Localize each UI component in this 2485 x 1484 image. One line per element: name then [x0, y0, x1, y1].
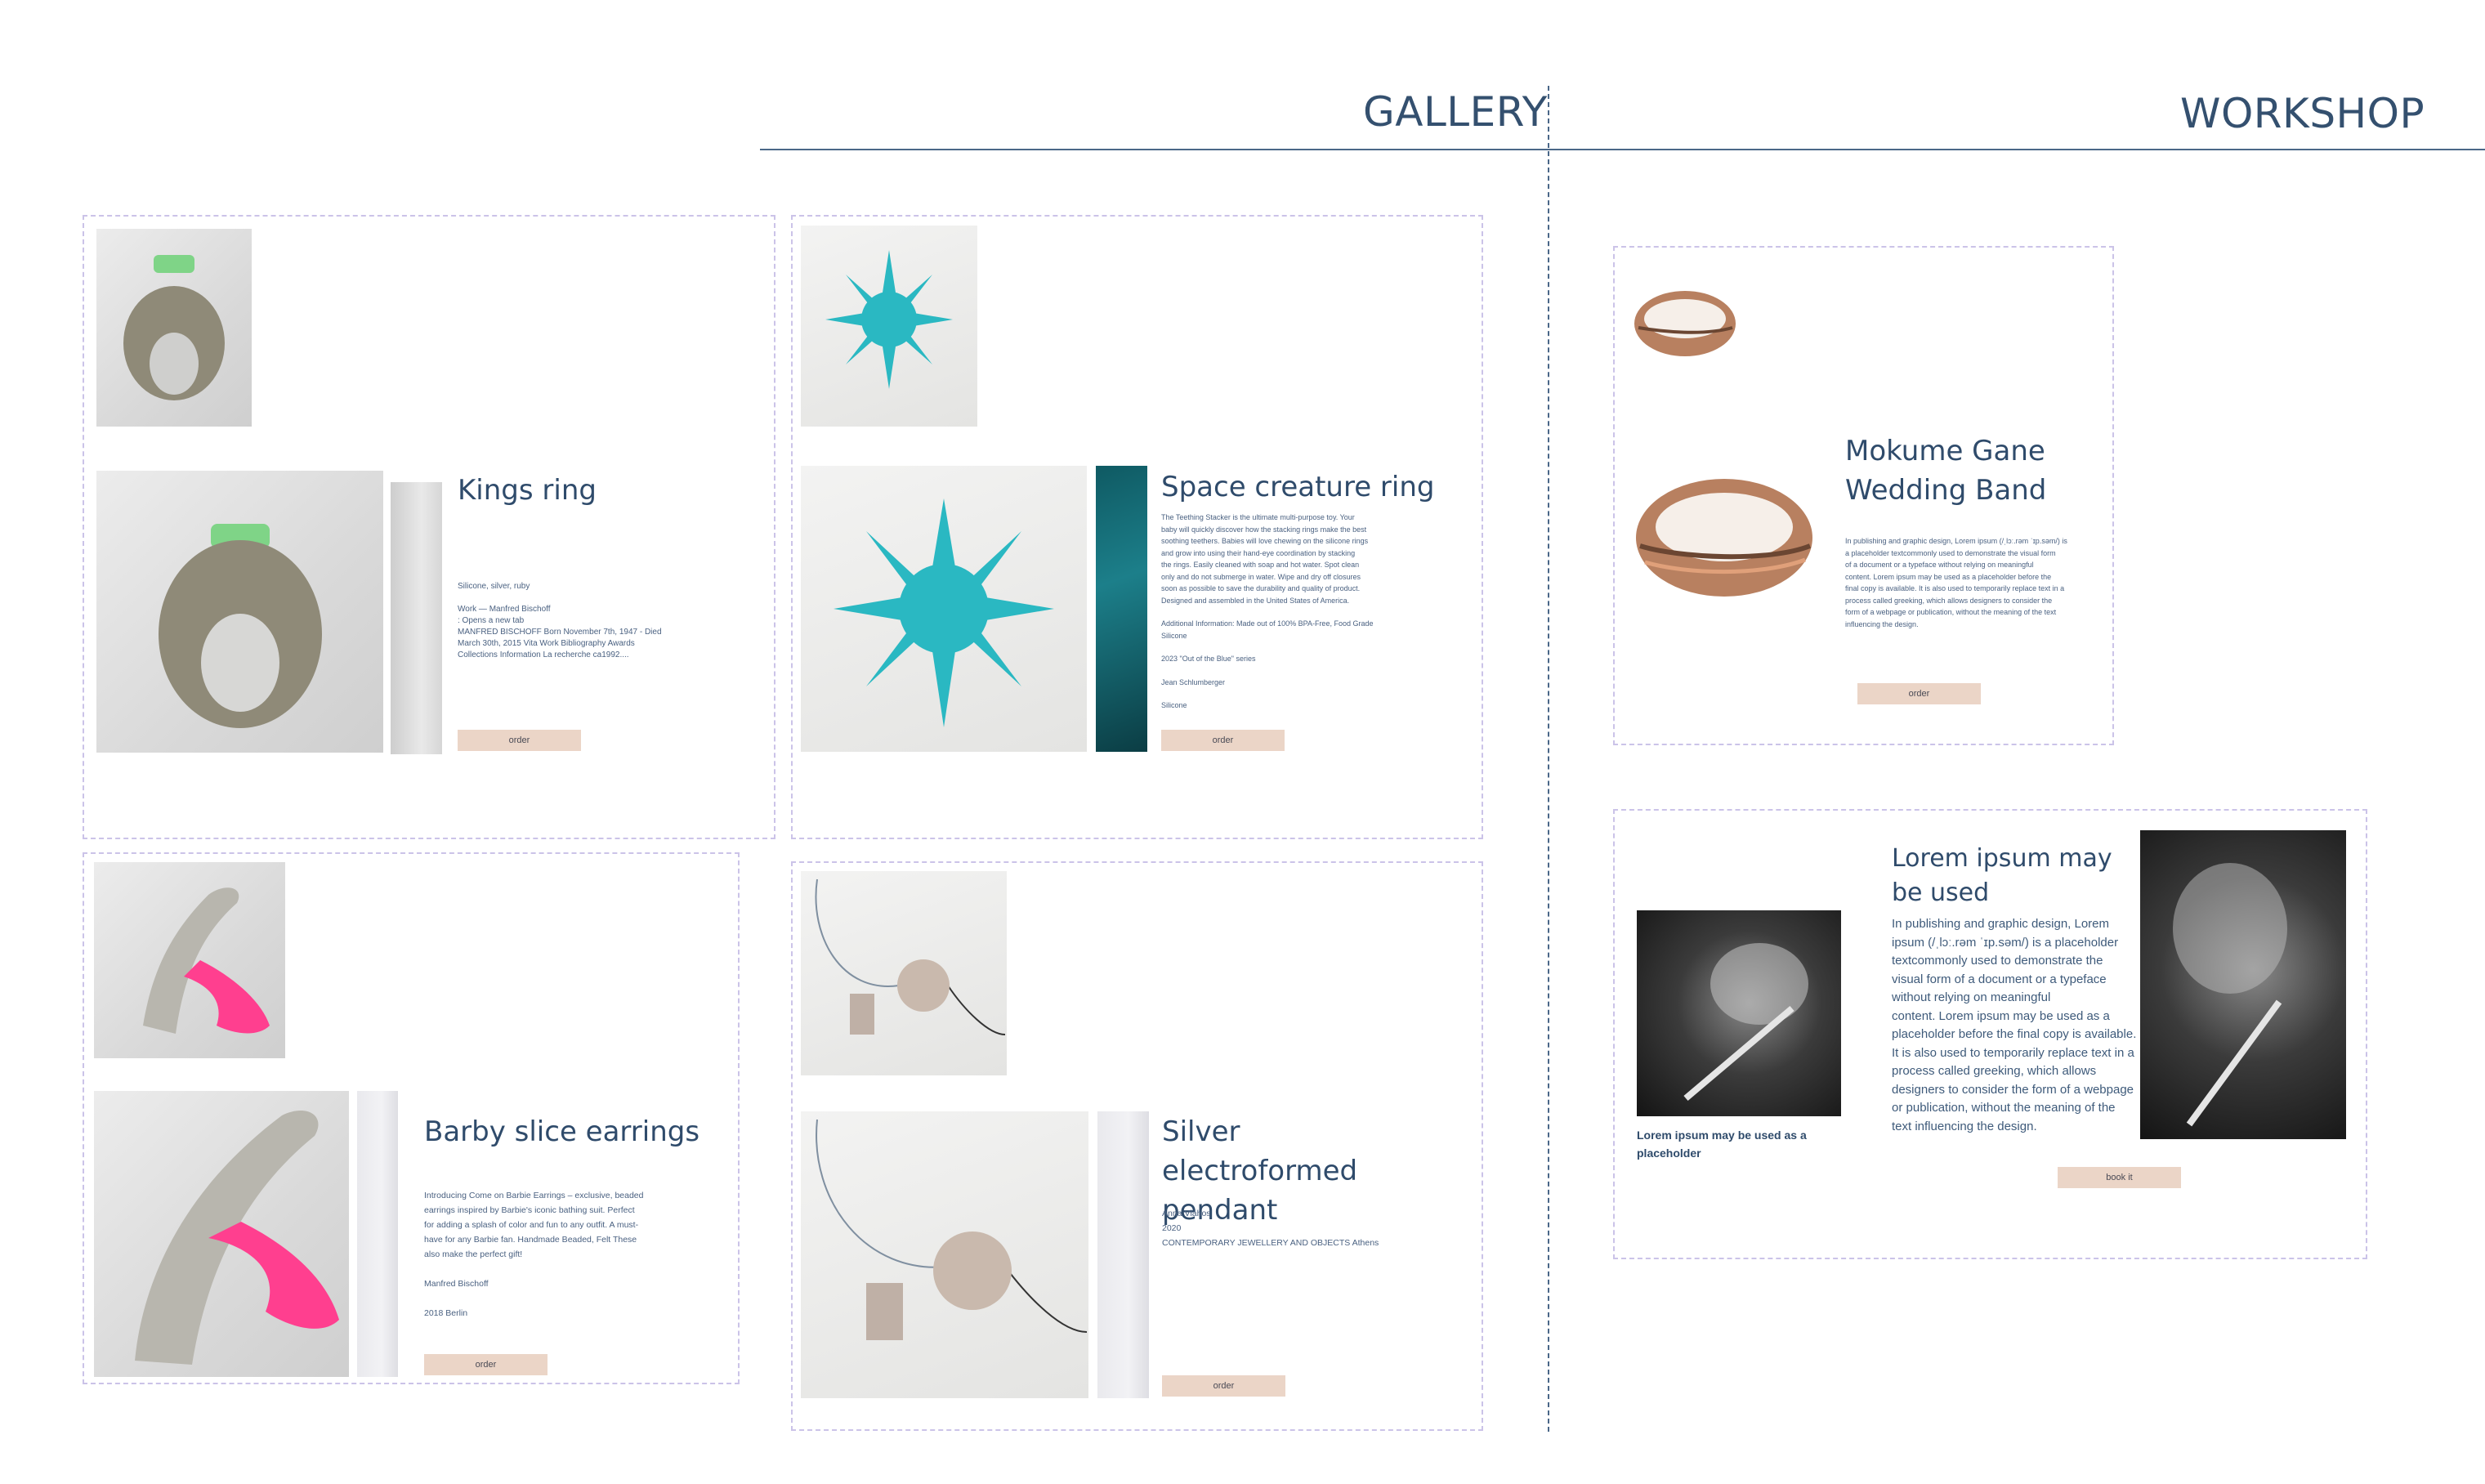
space-creature-details: The Teething Stacker is the ultimate mul…	[1161, 513, 1374, 709]
barby-earrings-details: Introducing Come on Barbie Earrings – ex…	[424, 1191, 644, 1318]
mokume-order-button[interactable]: order	[1857, 683, 1981, 704]
kings-ring-side-image	[391, 482, 442, 754]
silver-pendant-image[interactable]	[801, 1111, 1088, 1398]
course-book-button[interactable]: book it	[2058, 1167, 2181, 1188]
barby-earrings-thumbnail[interactable]	[94, 862, 285, 1058]
kings-ring-title: Kings ring	[458, 474, 597, 507]
kings-ring-order-button[interactable]: order	[458, 730, 581, 751]
mokume-image[interactable]	[1630, 460, 1818, 607]
nav-workshop[interactable]: WORKSHOP	[2180, 90, 2425, 137]
workshop-card-course: Lorem ipsum may be used as a placeholder…	[1613, 809, 2367, 1259]
header-divider	[760, 149, 2485, 150]
space-creature-order-button[interactable]: order	[1161, 730, 1285, 751]
kings-ring-thumbnail[interactable]	[96, 229, 252, 427]
space-creature-thumbnail[interactable]	[801, 226, 977, 427]
silver-pendant-details: Anna Vlahos 2020 CONTEMPORARY JEWELLERY …	[1162, 1209, 1379, 1248]
gallery-card-kings-ring: Kings ring Silicone, silver, ruby Work —…	[83, 215, 775, 839]
mokume-thumbnail[interactable]	[1630, 283, 1741, 364]
silver-pendant-side-image	[1097, 1111, 1149, 1398]
space-creature-image[interactable]	[801, 466, 1087, 752]
kings-ring-image[interactable]	[96, 471, 383, 753]
course-image-caption: Lorem ipsum may be used as a placeholder	[1637, 1129, 1807, 1160]
barby-earrings-side-image	[357, 1091, 398, 1377]
course-image-right[interactable]	[2140, 830, 2346, 1139]
nav-gallery[interactable]: GALLERY	[1363, 88, 1548, 136]
silver-pendant-order-button[interactable]: order	[1162, 1375, 1285, 1397]
space-creature-title: Space creature ring	[1161, 471, 1435, 503]
silver-pendant-thumbnail[interactable]	[801, 871, 1007, 1075]
barby-earrings-title: Barby slice earrings	[424, 1115, 700, 1148]
barby-earrings-order-button[interactable]: order	[424, 1354, 548, 1375]
gallery-card-silver-pendant: Silver electroformed pendant Anna Vlahos…	[791, 861, 1483, 1431]
mokume-title: Mokume Gane Wedding Band	[1845, 435, 2047, 507]
barby-earrings-image[interactable]	[94, 1091, 349, 1377]
mokume-details: In publishing and graphic design, Lorem …	[1845, 537, 2067, 628]
course-paragraph: In publishing and graphic design, Lorem …	[1892, 917, 2137, 1133]
course-title: Lorem ipsum may be used	[1892, 844, 2112, 907]
course-image-left[interactable]	[1637, 910, 1841, 1116]
gallery-card-space-creature-ring: Space creature ring The Teething Stacker…	[791, 215, 1483, 839]
section-divider	[1548, 86, 1549, 1432]
workshop-card-mokume: Mokume Gane Wedding Band In publishing a…	[1613, 246, 2114, 745]
gallery-card-barby-earrings: Barby slice earrings Introducing Come on…	[83, 852, 740, 1384]
space-creature-side-image	[1096, 466, 1147, 752]
kings-ring-details: Silicone, silver, ruby Work — Manfred Bi…	[458, 582, 662, 659]
